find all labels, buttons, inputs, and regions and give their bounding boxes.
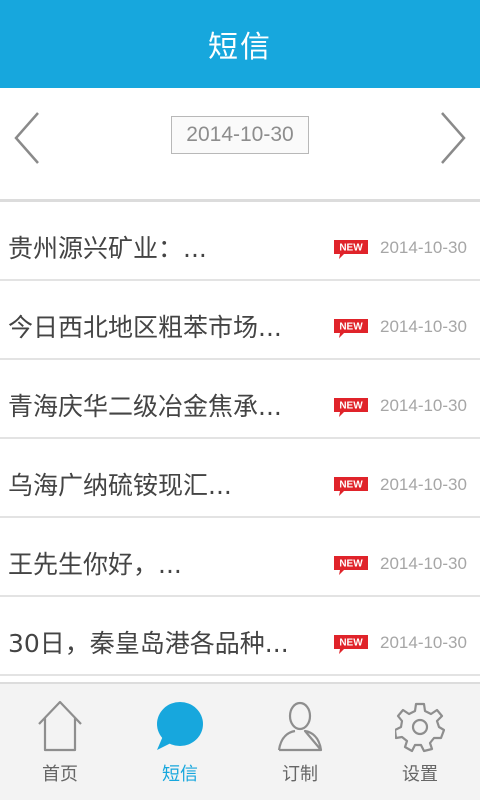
badge-label: NEW: [339, 559, 363, 570]
tab-home[interactable]: 首页: [0, 684, 120, 800]
prev-date-button[interactable]: [12, 110, 42, 166]
home-icon: [38, 700, 82, 752]
message-date: 2014-10-30: [380, 475, 467, 494]
badge-label: NEW: [339, 243, 363, 254]
new-badge-icon: NEW: [334, 556, 368, 575]
badge-label: NEW: [339, 480, 363, 491]
message-preview: 30日，秦皇岛港各品种...: [8, 628, 289, 658]
tab-sms[interactable]: 短信: [120, 684, 240, 800]
message-preview: 贵州源兴矿业：...: [8, 233, 207, 263]
new-badge-icon: NEW: [334, 477, 368, 496]
badge-label: NEW: [339, 322, 363, 333]
message-preview: 青海庆华二级冶金焦承...: [8, 391, 282, 421]
message-list: 贵州源兴矿业：... NEW 2014-10-30 今日西北地区粗苯市场... …: [0, 202, 480, 676]
message-date: 2014-10-30: [380, 633, 467, 652]
bottom-tab-bar: 首页 短信 订制 设置: [0, 682, 480, 800]
chevron-right-icon: [441, 112, 466, 164]
message-row[interactable]: 乌海广纳硫铵现汇... NEW 2014-10-30: [0, 439, 480, 518]
message-date: 2014-10-30: [380, 317, 467, 336]
message-row[interactable]: 青海庆华二级冶金焦承... NEW 2014-10-30: [0, 360, 480, 439]
tab-settings[interactable]: 设置: [360, 684, 480, 800]
new-badge-icon: NEW: [334, 398, 368, 417]
message-row[interactable]: 王先生你好，... NEW 2014-10-30: [0, 518, 480, 597]
message-preview: 乌海广纳硫铵现汇...: [8, 470, 232, 500]
message-preview: 今日西北地区粗苯市场...: [8, 312, 282, 342]
gear-icon: [395, 702, 445, 753]
tab-home-label: 首页: [42, 764, 78, 785]
speech-bubble-icon: [157, 702, 203, 750]
page-title: 短信: [208, 30, 272, 65]
title-bar: 短信: [0, 0, 480, 88]
message-date: 2014-10-30: [380, 396, 467, 415]
message-date: 2014-10-30: [380, 238, 467, 257]
new-badge-icon: NEW: [334, 319, 368, 338]
chevron-left-icon: [14, 112, 39, 164]
badge-label: NEW: [339, 401, 363, 412]
tab-subscribe-label: 订制: [282, 764, 318, 785]
tab-subscribe[interactable]: 订制: [240, 684, 360, 800]
new-badge-icon: NEW: [334, 635, 368, 654]
new-badge-icon: NEW: [334, 240, 368, 259]
message-row[interactable]: 贵州源兴矿业：... NEW 2014-10-30: [0, 202, 480, 281]
tab-sms-label: 短信: [162, 764, 198, 785]
badge-label: NEW: [339, 638, 363, 649]
person-icon: [277, 701, 323, 752]
message-date: 2014-10-30: [380, 554, 467, 573]
message-preview: 王先生你好，...: [8, 549, 182, 579]
message-row[interactable]: 今日西北地区粗苯市场... NEW 2014-10-30: [0, 281, 480, 360]
tab-settings-label: 设置: [402, 764, 438, 785]
next-date-button[interactable]: [438, 110, 468, 166]
message-row[interactable]: 30日，秦皇岛港各品种... NEW 2014-10-30: [0, 597, 480, 676]
current-date-box[interactable]: 2014-10-30: [171, 116, 309, 154]
